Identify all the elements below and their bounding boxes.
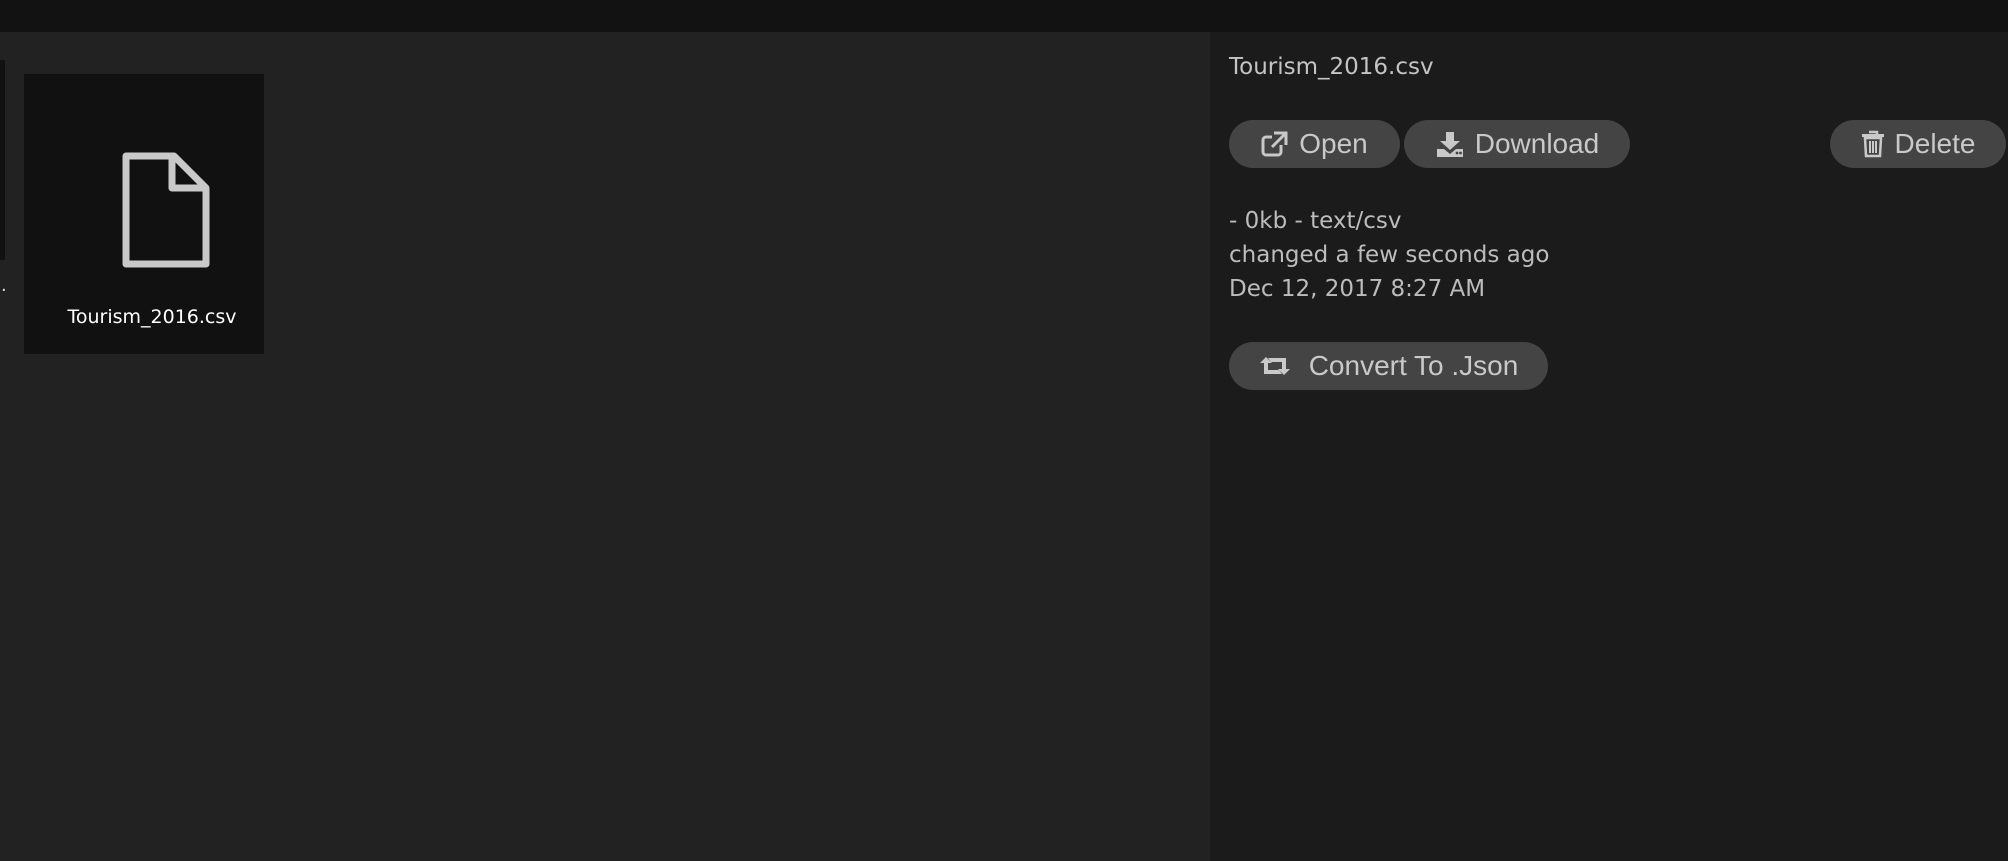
- file-name-label: Tourism_2016.csv: [67, 306, 237, 328]
- file-grid: . Tourism_2016.csv: [0, 32, 1210, 861]
- file-changed-relative: changed a few seconds ago: [1229, 242, 1550, 268]
- file-tile[interactable]: Tourism_2016.csv: [24, 74, 264, 354]
- trash-icon: [1861, 130, 1884, 158]
- selected-file-name: Tourism_2016.csv: [1229, 54, 1434, 80]
- convert-to-json-button[interactable]: Convert To .Json: [1229, 342, 1548, 390]
- download-button[interactable]: Download: [1404, 120, 1630, 168]
- details-panel: Tourism_2016.csv Open Download Delete - …: [1210, 32, 2008, 861]
- retweet-icon: [1259, 357, 1290, 375]
- open-button-label: Open: [1299, 128, 1368, 159]
- download-icon: [1436, 132, 1463, 157]
- file-icon: [122, 152, 210, 268]
- delete-button-label: Delete: [1894, 128, 1976, 159]
- partial-file-tile[interactable]: [0, 60, 5, 260]
- file-size-type: - 0kb - text/csv: [1229, 208, 1402, 234]
- partial-file-label: .: [1, 275, 7, 296]
- external-link-icon: [1261, 131, 1288, 157]
- delete-button[interactable]: Delete: [1830, 120, 2006, 168]
- convert-button-label: Convert To .Json: [1308, 350, 1519, 381]
- open-button[interactable]: Open: [1229, 120, 1400, 168]
- download-button-label: Download: [1474, 128, 1600, 159]
- top-bar: [0, 0, 2008, 32]
- file-date: Dec 12, 2017 8:27 AM: [1229, 276, 1486, 302]
